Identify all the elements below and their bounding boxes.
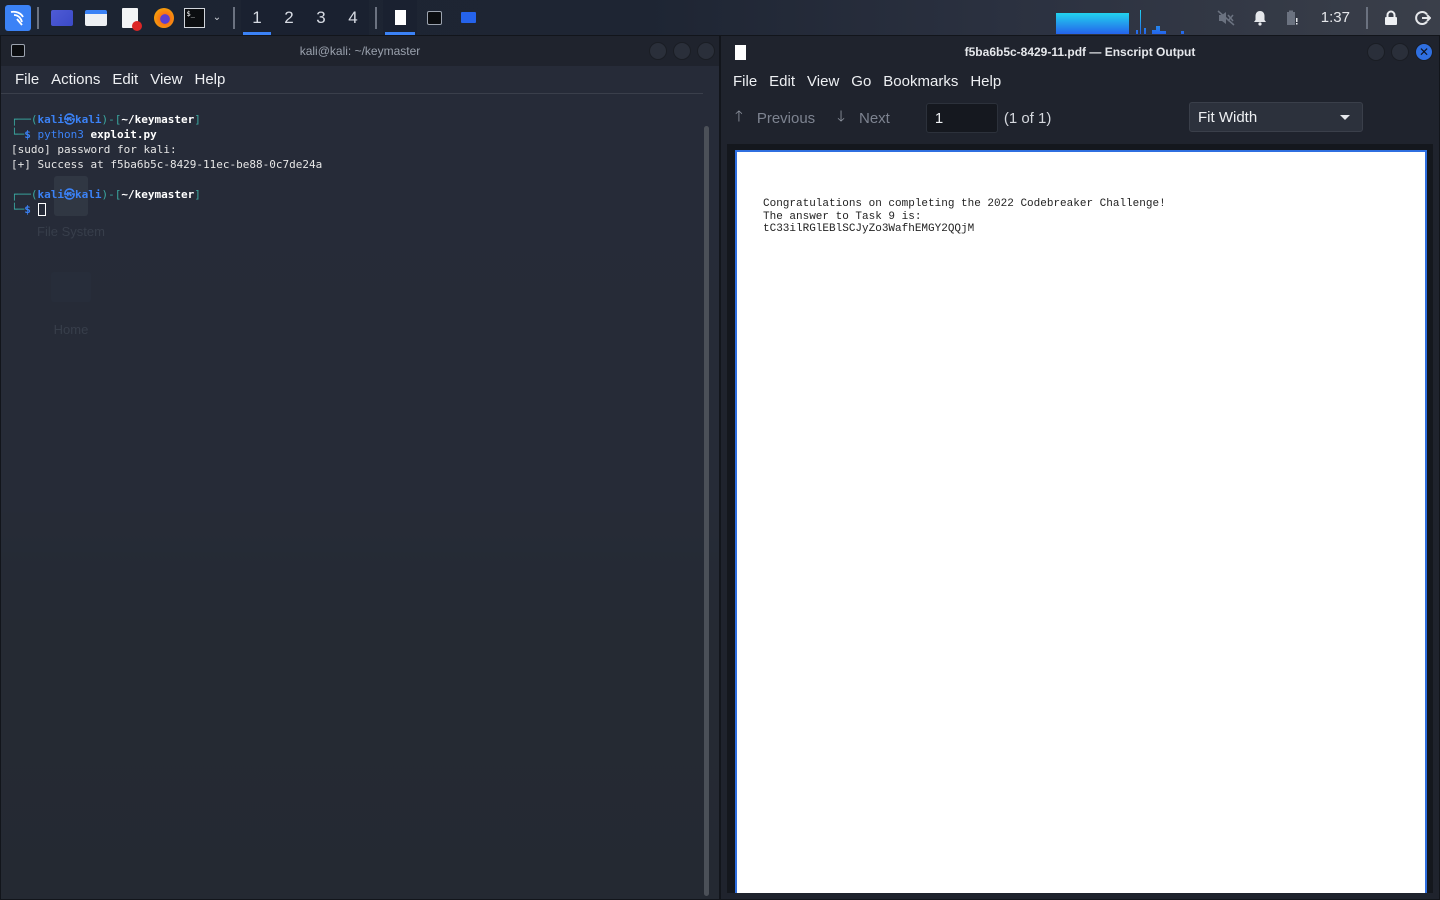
file-manager-launcher[interactable] [79,0,113,35]
menu-view[interactable]: View [801,73,845,90]
menu-view[interactable]: View [144,71,188,88]
document-line: The answer to Task 9 is: [763,210,922,223]
minimize-button[interactable] [1367,43,1385,61]
terminal-window: File System Home kali@kali: ~/keymaster … [0,35,720,900]
viewer-titlebar[interactable]: f5ba6b5c-8429-11.pdf — Enscript Output ✕ [721,36,1439,68]
power-manager-button[interactable] [1277,0,1307,35]
terminal-launcher[interactable]: $_ [181,0,207,35]
task-pdf-viewer[interactable] [383,0,417,35]
notification-bell-icon [1253,10,1266,26]
show-desktop-launcher[interactable] [45,0,79,35]
lock-icon [1385,10,1397,25]
taskbar: $_ ⌄ 1 2 3 4 1:37 [0,0,1440,35]
page-count: (1 of 1) [1003,109,1052,127]
application-menu-button[interactable] [0,0,31,35]
chevron-down-icon: ⌄ [212,12,222,23]
battery-icon [1286,10,1298,25]
firefox-icon [154,7,174,28]
window-title: kali@kali: ~/keymaster [299,44,421,58]
menu-actions[interactable]: Actions [45,71,106,88]
terminal-menubar: File Actions Edit View Help [1,66,719,92]
output-line: [sudo] password for kali: [11,143,177,156]
prompt-line: ┌──(kali㉿kali)-[~/keymaster] [11,188,201,201]
previous-label: Previous [756,109,816,127]
firefox-launcher[interactable] [147,0,181,35]
logout-button[interactable] [1406,0,1440,35]
menu-bookmarks[interactable]: Bookmarks [877,73,964,90]
kali-dragon-icon [5,4,31,31]
pdf-page[interactable]: Congratulations on completing the 2022 C… [735,150,1427,893]
minimize-button[interactable] [649,42,667,60]
workspace-4[interactable]: 4 [337,0,369,35]
maximize-button[interactable] [1391,43,1409,61]
launcher-dropdown[interactable]: ⌄ [207,0,227,35]
close-button[interactable] [697,42,715,60]
prompt-line: ┌──(kali㉿kali)-[~/keymaster] [11,113,201,126]
text-editor-launcher[interactable] [113,0,147,35]
volume-button[interactable] [1209,0,1243,35]
previous-page-button[interactable]: 🡑 Previous [735,106,815,131]
command-line: └─$ python3 exploit.py [11,128,157,141]
arrow-up-icon: 🡑 [735,107,743,125]
folder-icon [85,9,107,26]
system-tray: 1:37 [1209,0,1440,35]
close-icon: ✕ [1418,45,1430,59]
logout-icon [1415,10,1431,25]
maximize-button[interactable] [673,42,691,60]
separator [37,6,39,29]
clock[interactable]: 1:37 [1321,9,1350,26]
workspace-1[interactable]: 1 [241,0,273,35]
next-label: Next [858,109,890,127]
workspace-3[interactable]: 3 [305,0,337,35]
workspace-switcher: 1 2 3 4 [241,0,369,35]
separator [233,6,235,29]
separator [375,6,377,29]
task-file-manager[interactable] [451,0,485,35]
terminal-titlebar[interactable]: kali@kali: ~/keymaster [1,36,719,66]
menu-file[interactable]: File [9,71,45,88]
page-number-input[interactable] [925,103,998,133]
separator [1366,6,1368,29]
zoom-value: Fit Width [1198,108,1258,126]
document-area[interactable]: Congratulations on completing the 2022 C… [727,144,1433,893]
menu-edit[interactable]: Edit [106,71,144,88]
text-editor-icon [122,7,142,31]
viewer-menubar: File Edit View Go Bookmarks Help [721,68,1439,94]
document-line: Congratulations on completing the 2022 C… [763,198,1166,210]
input-line[interactable]: └─$ [11,202,703,217]
task-terminal[interactable] [417,0,451,35]
terminal-output[interactable]: ┌──(kali㉿kali)-[~/keymaster] └─$ python3… [1,93,703,899]
viewer-toolbar: 🡑 Previous 🡓 Next (1 of 1) Fit Width [721,94,1439,142]
menu-help[interactable]: Help [964,73,1007,90]
folder-icon [460,12,476,23]
text-cursor [37,203,46,216]
notifications-button[interactable] [1243,0,1277,35]
window-title: f5ba6b5c-8429-11.pdf — Enscript Output [964,45,1196,59]
menu-go[interactable]: Go [845,73,877,90]
volume-muted-icon [1217,9,1235,26]
document-line: tC33ilRGlEBlSCJyZo3WafhEMGY2QQjM [763,223,975,235]
cpu-load-graph[interactable] [1056,8,1186,34]
lock-screen-button[interactable] [1376,0,1406,35]
next-page-button[interactable]: 🡓 Next [837,106,890,131]
workspace-2[interactable]: 2 [273,0,305,35]
terminal-icon: $_ [183,7,205,28]
caret-down-icon [1340,115,1350,120]
menu-file[interactable]: File [727,73,763,90]
menu-help[interactable]: Help [188,71,231,88]
pdf-viewer-window: f5ba6b5c-8429-11.pdf — Enscript Output ✕… [720,35,1440,900]
arrow-down-icon: 🡓 [837,107,845,125]
document-icon [394,10,406,25]
terminal-scrollbar[interactable] [704,126,709,896]
close-button[interactable]: ✕ [1415,43,1433,61]
desktop-icon [51,9,73,26]
terminal-icon [426,10,442,25]
menu-edit[interactable]: Edit [763,73,801,90]
output-line: [+] Success at f5ba6b5c-8429-11ec-be88-0… [11,158,323,171]
zoom-select[interactable]: Fit Width [1189,102,1363,132]
